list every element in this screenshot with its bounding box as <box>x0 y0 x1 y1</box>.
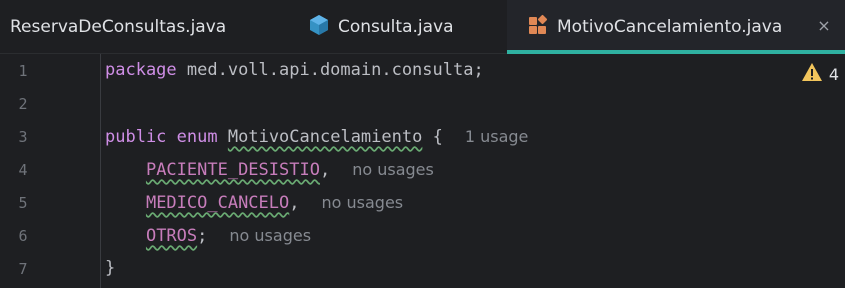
editor-tab-bar: ReservaDeConsultas.java Consulta.java Mo… <box>0 0 845 54</box>
warning-icon <box>801 62 823 86</box>
gutter-separator <box>100 54 101 288</box>
keyword: package <box>105 60 177 80</box>
line-number: 1 <box>18 62 28 80</box>
usage-hint[interactable]: no usages <box>352 160 434 179</box>
tab-consulta[interactable]: Consulta.java <box>270 0 507 53</box>
enum-name: MotivoCancelamiento <box>227 127 423 147</box>
warnings-indicator[interactable]: 4 <box>801 62 839 86</box>
close-tab-button[interactable]: × <box>813 14 835 36</box>
closing-brace: } <box>105 258 116 278</box>
tab-label: ReservaDeConsultas.java <box>10 16 227 37</box>
keyword: enum <box>176 127 218 147</box>
keyword: public <box>105 127 167 147</box>
usage-hint[interactable]: no usages <box>322 193 404 212</box>
line-number: 2 <box>18 95 28 113</box>
punctuation: ; <box>197 226 208 246</box>
code-line-6[interactable]: OTROS; no usages <box>105 219 311 252</box>
tab-motivo-cancelamiento[interactable]: MotivoCancelamiento.java × <box>507 0 845 54</box>
line-number: 4 <box>18 161 28 179</box>
package-path: med.voll.api.domain.consulta; <box>176 60 484 80</box>
usage-hint[interactable]: 1 usage <box>465 127 529 146</box>
punctuation: , <box>289 193 300 213</box>
close-icon: × <box>817 15 831 35</box>
usage-hint[interactable]: no usages <box>229 226 311 245</box>
line-number: 6 <box>18 227 28 245</box>
line-number-gutter: 1 2 3 4 5 6 7 <box>0 54 60 288</box>
code-line-3[interactable]: public enum MotivoCancelamiento {1 usage <box>105 120 528 153</box>
code-line-1[interactable]: package med.voll.api.domain.consulta; <box>105 54 484 87</box>
tab-label: Consulta.java <box>338 16 454 37</box>
brace: { <box>422 127 443 147</box>
code-line-5[interactable]: MEDICO_CANCELO, no usages <box>105 186 403 219</box>
tab-label: MotivoCancelamiento.java <box>557 16 783 37</box>
code-line-4[interactable]: PACIENTE_DESISTIO, no usages <box>105 153 434 186</box>
enum-constant: MEDICO_CANCELO <box>145 193 290 213</box>
line-number: 3 <box>18 128 28 146</box>
code-editor[interactable]: 1 2 3 4 5 6 7 package med.voll.api.domai… <box>0 54 845 288</box>
enum-constant: PACIENTE_DESISTIO <box>145 160 320 180</box>
punctuation: , <box>319 160 331 180</box>
record-icon <box>309 14 329 41</box>
tab-reserva-de-consultas[interactable]: ReservaDeConsultas.java <box>0 0 270 53</box>
line-number: 7 <box>18 260 28 278</box>
enum-constant: OTROS <box>145 226 198 246</box>
code-line-7[interactable]: } <box>105 252 115 285</box>
enum-icon <box>528 14 548 41</box>
line-number: 5 <box>18 194 28 212</box>
warnings-count: 4 <box>828 64 839 84</box>
